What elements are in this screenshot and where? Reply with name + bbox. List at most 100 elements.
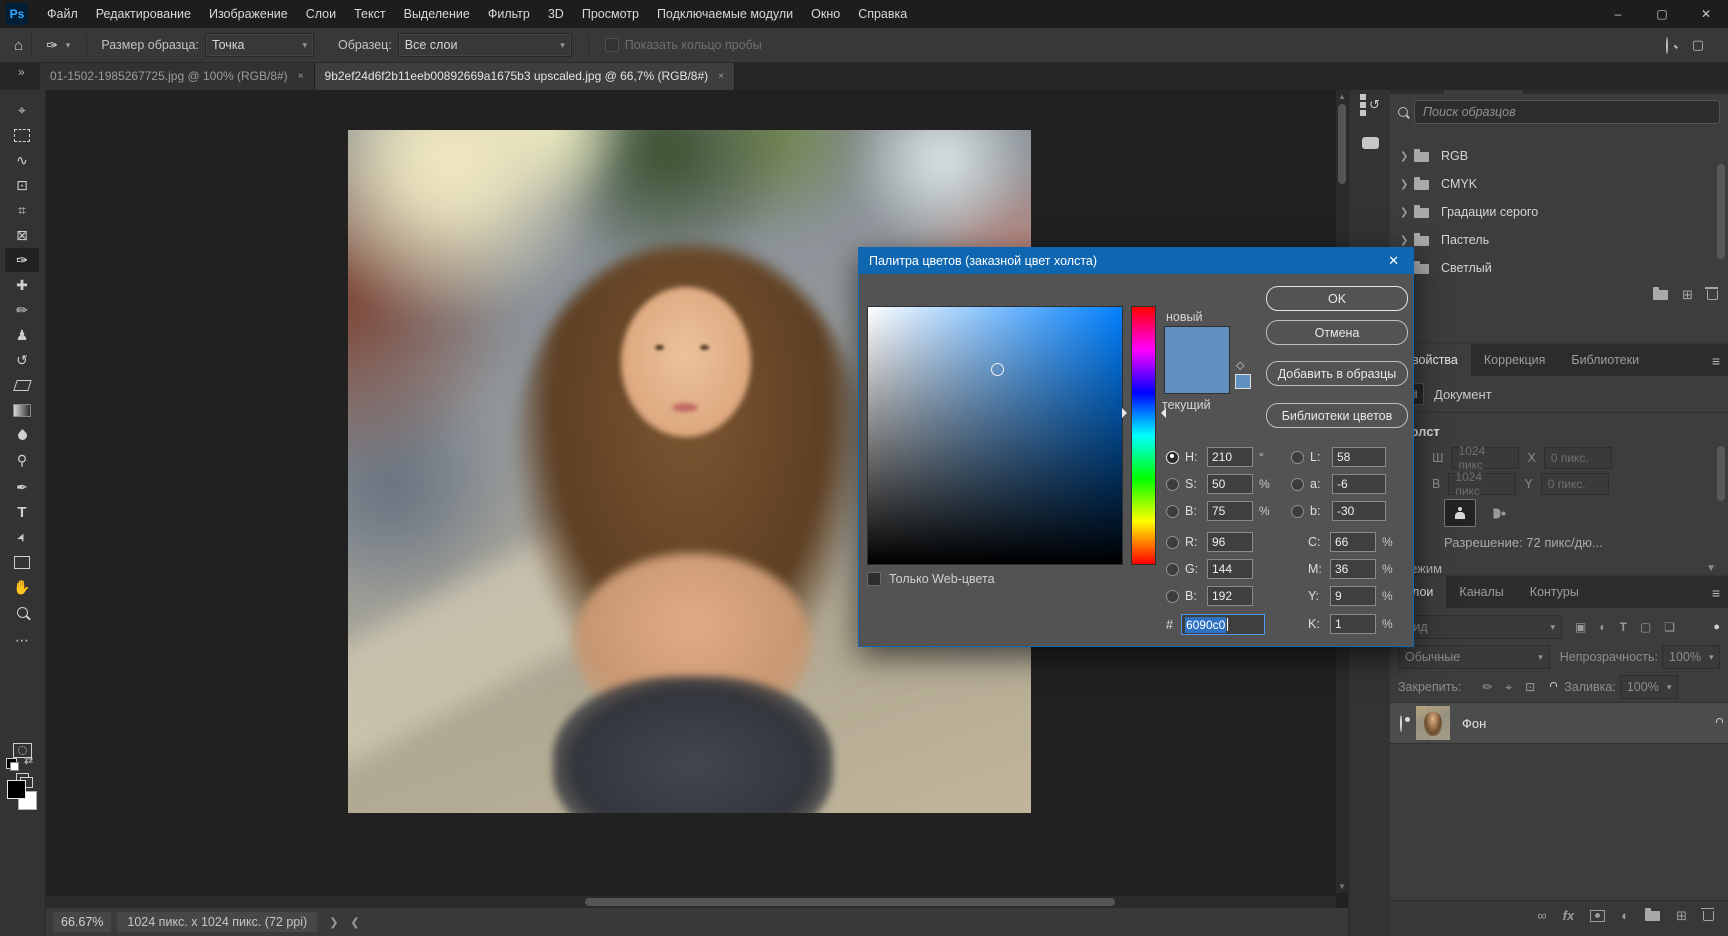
opacity-field[interactable]: 100%▾ [1662,645,1720,669]
chevron-right-icon[interactable]: ❯ [1400,207,1414,218]
b-radio[interactable] [1166,505,1179,518]
filter-shape-icon[interactable]: ▢ [1640,620,1651,634]
back-arrow-icon[interactable]: ❮ [350,916,359,929]
lock-position-icon[interactable]: ⌖ [1505,680,1512,695]
type-tool[interactable]: T [5,500,39,524]
new-adjustment-icon[interactable]: ◐ [1621,908,1629,923]
delete-layer-icon[interactable] [1703,911,1714,921]
history-panel-icon[interactable]: ↺ [1356,92,1384,118]
c-input[interactable]: 66 [1330,532,1376,552]
toolbar-collapse-icon[interactable]: » [18,65,25,79]
add-mask-icon[interactable] [1590,910,1605,922]
brush-tool[interactable]: ✏ [5,298,39,322]
portrait-orientation-button[interactable] [1444,499,1476,527]
tab-libraries[interactable]: Библиотеки [1558,344,1652,376]
b2-input[interactable]: 192 [1207,586,1253,606]
forward-arrow-icon[interactable]: ❯ [329,916,338,929]
color-libraries-button[interactable]: Библиотеки цветов [1266,403,1408,428]
home-icon[interactable]: ⌂ [14,37,23,54]
hue-slider-arrow-left[interactable] [1122,408,1132,418]
tab-close-icon[interactable]: × [298,71,304,82]
zoom-level[interactable]: 66.67% [53,912,111,932]
b-lab-radio[interactable] [1291,505,1304,518]
maximize-button[interactable]: ▢ [1640,0,1684,28]
h-input[interactable]: 210 [1207,447,1253,467]
saturation-brightness-field[interactable] [867,306,1123,565]
landscape-orientation-button[interactable] [1484,500,1514,526]
color-field-marker[interactable] [991,363,1004,376]
tab-paths[interactable]: Контуры [1517,576,1592,608]
foreground-color-swatch[interactable] [7,780,26,799]
sample-dropdown[interactable]: Все слои▾ [398,33,572,57]
menu-select[interactable]: Выделение [395,7,479,21]
dialog-title-bar[interactable]: Палитра цветов (заказной цвет холста) ✕ [859,248,1413,274]
b2-radio[interactable] [1166,590,1179,603]
comments-panel-icon[interactable] [1356,130,1384,156]
blur-tool[interactable] [5,423,39,447]
panel-menu-icon[interactable]: ≡ [1712,585,1720,601]
new-layer-icon[interactable]: ⊞ [1676,908,1687,924]
l-radio[interactable] [1291,451,1304,464]
layer-filter-dropdown[interactable]: Вид▾ [1398,615,1562,639]
dodge-tool[interactable]: ⚲ [5,448,39,472]
menu-plugins[interactable]: Подключаемые модули [648,7,802,21]
eraser-tool[interactable] [5,373,39,397]
hand-tool[interactable]: ✋ [5,575,39,599]
chevron-right-icon[interactable]: ❯ [1400,151,1414,162]
filter-adjustment-icon[interactable]: ◐ [1599,620,1606,634]
h-radio[interactable] [1166,451,1179,464]
horizontal-scrollbar[interactable] [45,896,1336,908]
s-input[interactable]: 50 [1207,474,1253,494]
swatch-folder-light[interactable]: ❯ Светлый [1390,254,1728,282]
edit-toolbar-button[interactable]: ⋯ [5,628,39,652]
chevron-right-icon[interactable]: ❯ [1400,235,1414,246]
lasso-tool[interactable]: ∿ [5,148,39,172]
ok-button[interactable]: OK [1266,286,1408,311]
l-input[interactable]: 58 [1332,447,1386,467]
m-input[interactable]: 36 [1330,559,1376,579]
tool-preset-caret-icon[interactable]: ▾ [66,40,71,51]
swatch-folder-cmyk[interactable]: ❯ CMYK [1390,170,1728,198]
frame-tool[interactable]: ⊠ [5,223,39,247]
y-input[interactable]: 9 [1330,586,1376,606]
r-radio[interactable] [1166,536,1179,549]
marquee-tool[interactable] [5,123,39,147]
visibility-eye-icon[interactable] [1400,716,1402,731]
a-radio[interactable] [1291,478,1304,491]
path-selection-tool[interactable]: ➤ [5,525,39,549]
blend-mode-dropdown[interactable]: Обычные▾ [1398,645,1550,669]
swatch-folder-grayscale[interactable]: ❯ Градации серого [1390,198,1728,226]
pen-tool[interactable]: ✒ [5,475,39,499]
dialog-close-icon[interactable]: ✕ [1384,253,1403,269]
b-input[interactable]: 75 [1207,501,1253,521]
k-input[interactable]: 1 [1330,614,1376,634]
shape-tool[interactable] [5,550,39,574]
swatch-search-input[interactable]: Поиск образцов [1414,100,1720,124]
crop-tool[interactable]: ⌗ [5,198,39,222]
tab-adjustments[interactable]: Коррекция [1471,344,1558,376]
filter-image-icon[interactable]: ▣ [1575,620,1586,634]
search-icon[interactable] [1666,38,1668,53]
gamut-warning-icon[interactable]: ⬦ [1236,358,1244,373]
cancel-button[interactable]: Отмена [1266,320,1408,345]
filter-toggle-icon[interactable]: ● [1713,621,1720,633]
menu-type[interactable]: Текст [345,7,394,21]
tab-channels[interactable]: Каналы [1446,576,1516,608]
new-group-icon[interactable] [1645,911,1660,921]
s-radio[interactable] [1166,478,1179,491]
swatch-folder-pastel[interactable]: ❯ Пастель [1390,226,1728,254]
trash-icon[interactable] [1707,290,1718,300]
layer-name[interactable]: Фон [1462,716,1486,731]
menu-edit[interactable]: Редактирование [87,7,200,21]
eyedropper-tool-icon[interactable]: ✑ [46,37,58,54]
lock-pixels-icon[interactable]: ✏ [1482,680,1492,694]
gradient-tool[interactable] [5,398,39,422]
menu-window[interactable]: Окно [802,7,849,21]
menu-help[interactable]: Справка [849,7,916,21]
healing-brush-tool[interactable]: ✚ [5,273,39,297]
scroll-down-icon[interactable]: ▼ [1706,563,1716,574]
r-input[interactable]: 96 [1207,532,1253,552]
new-swatch-icon[interactable]: ⊞ [1682,287,1693,303]
menu-layers[interactable]: Слои [297,7,345,21]
clone-stamp-tool[interactable]: ♟ [5,323,39,347]
